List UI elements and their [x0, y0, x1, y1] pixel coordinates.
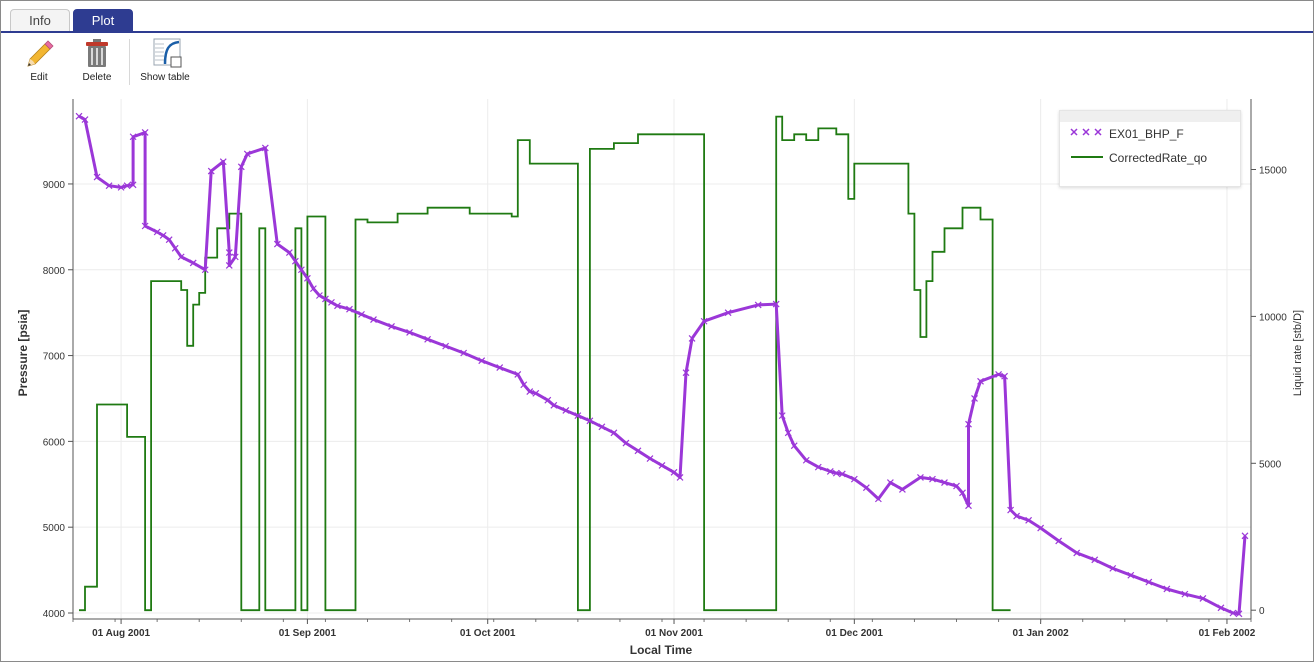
- table-chart-icon: [153, 38, 182, 68]
- x-marker-icon: [1070, 128, 1102, 136]
- y-axis-title: Pressure [psia]: [16, 310, 30, 397]
- x-tick-label: 01 Sep 2001: [279, 628, 337, 639]
- y2-tick-label: 5000: [1259, 459, 1282, 470]
- delete-button[interactable]: Delete: [77, 35, 117, 89]
- show-table-button[interactable]: Show table: [139, 35, 191, 89]
- edit-label: Edit: [30, 72, 48, 83]
- delete-label: Delete: [82, 72, 112, 83]
- y-tick-label: 6000: [43, 437, 66, 448]
- tab-plot[interactable]: Plot: [73, 9, 133, 31]
- y-tick-label: 7000: [43, 352, 66, 363]
- toolbar: Edit Delete Show table: [1, 33, 1313, 91]
- x-axis-title: Local Time: [630, 643, 693, 657]
- y2-tick-label: 10000: [1259, 312, 1287, 323]
- legend-item-rate[interactable]: CorrectedRate_qo: [1060, 146, 1240, 170]
- y-tick-label: 9000: [43, 180, 66, 191]
- rate-series-layer: [79, 115, 1011, 612]
- x-tick-label: 01 Dec 2001: [826, 628, 884, 639]
- y2-tick-label: 0: [1259, 606, 1265, 617]
- legend-label-bhp: EX01_BHP_F: [1109, 127, 1184, 141]
- x-tick-label: 01 Jan 2002: [1013, 628, 1070, 639]
- y-tick-label: 8000: [43, 266, 66, 277]
- y-tick-label: 5000: [43, 523, 66, 534]
- show-table-label: Show table: [140, 72, 190, 83]
- line-marker-icon: [1071, 156, 1103, 158]
- tab-info[interactable]: Info: [10, 9, 70, 31]
- chart-legend: EX01_BHP_F CorrectedRate_qo: [1059, 110, 1241, 187]
- tab-bar: Info Plot: [1, 1, 1313, 32]
- plot-window: Info Plot Edit Delete Show table 01 Aug …: [0, 0, 1314, 662]
- x-tick-label: 01 Nov 2001: [645, 628, 703, 639]
- y2-axis-title: Liquid rate [stb/D]: [1292, 310, 1304, 396]
- legend-label-rate: CorrectedRate_qo: [1109, 151, 1208, 165]
- bhp-series-line: [78, 114, 1247, 616]
- toolbar-separator: [129, 39, 130, 85]
- y-tick-label: 4000: [43, 609, 66, 620]
- x-tick-label: 01 Aug 2001: [92, 628, 150, 639]
- pencil-icon: [27, 40, 54, 67]
- rate-series-line: [79, 115, 1011, 612]
- bhp-series-layer: [75, 112, 1249, 618]
- x-tick-label: 01 Oct 2001: [460, 628, 516, 639]
- edit-button[interactable]: Edit: [19, 35, 59, 89]
- y2-tick-label: 15000: [1259, 166, 1287, 177]
- x-tick-label: 01 Feb 2002: [1199, 628, 1256, 639]
- legend-item-bhp[interactable]: EX01_BHP_F: [1060, 122, 1240, 146]
- trash-icon: [86, 39, 108, 67]
- legend-header: [1060, 111, 1240, 122]
